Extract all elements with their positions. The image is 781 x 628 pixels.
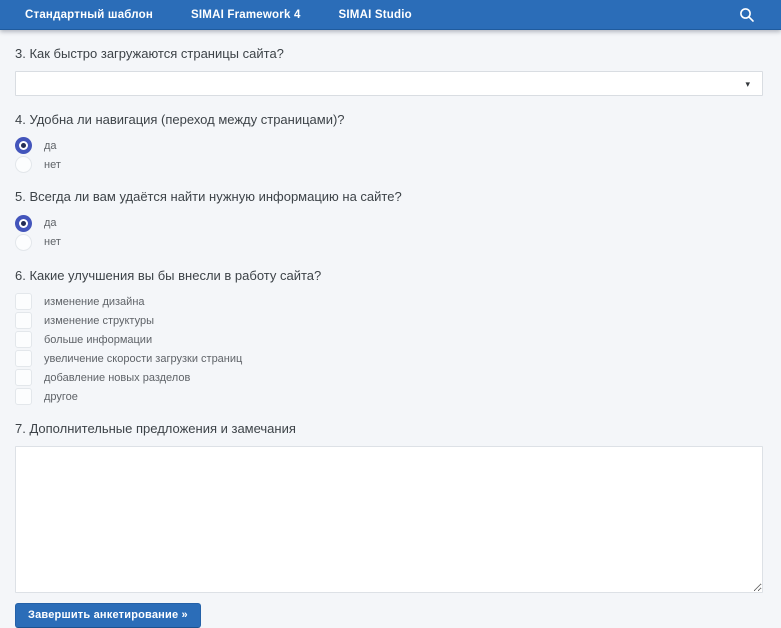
checkbox-icon[interactable] xyxy=(15,369,32,387)
option-label: другое xyxy=(44,390,78,403)
option-label: нет xyxy=(44,236,61,249)
radio-selected-icon[interactable] xyxy=(15,137,32,155)
question-7-label: 7. Дополнительные предложения и замечани… xyxy=(15,421,296,437)
option-label: увеличение скорости загрузки страниц xyxy=(44,352,243,365)
option-label: изменение дизайна xyxy=(44,295,145,308)
option-label: больше информации xyxy=(44,333,153,346)
radio-option-yes[interactable]: да xyxy=(15,214,763,232)
question-5-label: 5. Всегда ли вам удаётся найти нужную ин… xyxy=(15,189,402,205)
radio-unselected-icon[interactable] xyxy=(15,156,32,174)
question-4-options: да нет xyxy=(15,137,763,174)
question-4-label: 4. Удобна ли навигация (переход между ст… xyxy=(15,111,345,127)
checkbox-option-other[interactable]: другое xyxy=(15,388,763,406)
tab-simai-framework-4[interactable]: SIMAI Framework 4 xyxy=(191,9,301,21)
option-label: да xyxy=(44,217,57,230)
radio-option-no[interactable]: нет xyxy=(15,233,763,251)
checkbox-icon[interactable] xyxy=(15,331,32,349)
question-6-label: 6. Какие улучшения вы бы внесли в работу… xyxy=(15,267,322,283)
option-label: изменение структуры xyxy=(44,314,154,327)
question-3-label: 3. Как быстро загружаются страницы сайта… xyxy=(15,46,284,61)
checkbox-option-load-speed[interactable]: увеличение скорости загрузки страниц xyxy=(15,350,763,368)
option-label: да xyxy=(44,139,57,152)
checkbox-option-structure[interactable]: изменение структуры xyxy=(15,312,763,330)
option-label: нет xyxy=(44,158,61,171)
checkbox-icon[interactable] xyxy=(15,293,32,311)
radio-option-no[interactable]: нет xyxy=(15,156,763,174)
option-label: добавление новых разделов xyxy=(44,371,191,384)
tab-standard-template[interactable]: Стандартный шаблон xyxy=(25,9,153,21)
submit-survey-button[interactable]: Завершить анкетирование » xyxy=(15,602,201,628)
checkbox-option-new-sections[interactable]: добавление новых разделов xyxy=(15,369,763,387)
checkbox-option-design[interactable]: изменение дизайна xyxy=(15,293,763,311)
checkbox-icon[interactable] xyxy=(15,388,32,406)
select-dropdown-arrow-icon: ▾ xyxy=(745,78,750,89)
search-icon[interactable] xyxy=(739,7,755,23)
question-5-options: да нет xyxy=(15,214,763,251)
radio-option-yes[interactable]: да xyxy=(15,137,763,155)
radio-unselected-icon[interactable] xyxy=(15,233,32,251)
radio-selected-icon[interactable] xyxy=(15,214,32,232)
top-navigation-bar: Стандартный шаблон SIMAI Framework 4 SIM… xyxy=(0,0,781,30)
checkbox-option-more-info[interactable]: больше информации xyxy=(15,331,763,349)
checkbox-icon[interactable] xyxy=(15,312,32,330)
checkbox-icon[interactable] xyxy=(15,350,32,368)
comments-textarea[interactable] xyxy=(15,445,763,593)
page-speed-select[interactable]: ▾ xyxy=(15,70,763,96)
question-6-options: изменение дизайна изменение структуры бо… xyxy=(15,293,763,406)
tab-simai-studio[interactable]: SIMAI Studio xyxy=(339,9,412,21)
survey-form: 3. Как быстро загружаются страницы сайта… xyxy=(0,46,781,628)
